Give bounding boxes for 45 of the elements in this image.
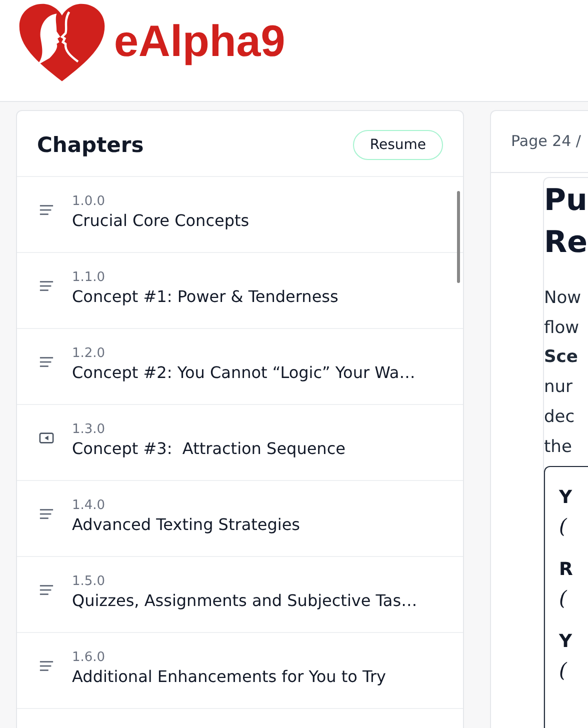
play-icon: [39, 432, 54, 444]
chapter-item[interactable]: 1.4.0 Advanced Texting Strategies: [17, 481, 463, 557]
paragraph-text: nur: [544, 376, 574, 400]
brand-name[interactable]: eAlpha9: [114, 17, 286, 67]
chapter-title: Crucial Core Concepts: [72, 211, 250, 230]
chapter-title: Concept #1: Power & Tenderness: [72, 287, 338, 306]
chapter-number: 1.2.0: [72, 346, 106, 361]
chapter-title: Advanced Texting Strategies: [72, 515, 300, 534]
lines-icon: [39, 280, 54, 292]
example-label: R: [559, 558, 574, 582]
page-indicator: Page 24 /: [511, 132, 581, 150]
chapter-title: Additional Enhancements for You to Try: [72, 667, 386, 686]
example-label: Y: [559, 486, 574, 510]
chapter-item[interactable]: 1.2.0 Concept #2: You Cannot “Logic” Your Wa…: [17, 329, 463, 405]
example-note: (: [559, 513, 568, 540]
paragraph-text: flow: [544, 316, 580, 340]
lines-icon: [39, 584, 54, 596]
lines-icon: [39, 356, 54, 368]
chapter-number: 1.0.0: [72, 194, 106, 209]
chapter-item[interactable]: 1.3.0 Concept #3: Attraction Sequence: [17, 405, 463, 481]
chapter-title: Concept #3: Attraction Sequence: [72, 439, 346, 458]
scrollbar-thumb[interactable]: [457, 191, 460, 283]
chapter-number: 1.4.0: [72, 498, 106, 513]
lines-icon: [39, 508, 54, 520]
paragraph-text: Now: [544, 287, 582, 310]
paragraph-text: Sce: [544, 346, 579, 370]
example-label: Y: [559, 630, 574, 654]
paragraph-text: the: [544, 436, 573, 459]
heading-text: Re: [544, 224, 588, 262]
chapter-title: Concept #2: You Cannot “Logic” Your Wa…: [72, 363, 416, 382]
example-note: (: [559, 585, 568, 612]
resume-button[interactable]: Resume: [352, 130, 443, 160]
chapter-number: 1.3.0: [72, 422, 106, 437]
chapter-number: 1.5.0: [72, 574, 106, 589]
chapter-item[interactable]: 1.6.0 Additional Enhancements for You to Try: [17, 633, 463, 709]
chapter-item[interactable]: 1.5.0 Quizzes, Assignments and Subjective Tas…: [17, 557, 463, 633]
lines-icon: [39, 660, 54, 672]
paragraph-text: dec: [544, 406, 576, 429]
lines-icon: [39, 204, 54, 216]
example-note: (: [559, 657, 568, 684]
chapter-number: 1.1.0: [72, 270, 106, 285]
chapter-number: 1.6.0: [72, 650, 106, 665]
chapter-title: Quizzes, Assignments and Subjective Tas…: [72, 591, 418, 610]
heading-text: Pu: [544, 182, 588, 220]
panel-title: Chapters: [37, 132, 144, 156]
